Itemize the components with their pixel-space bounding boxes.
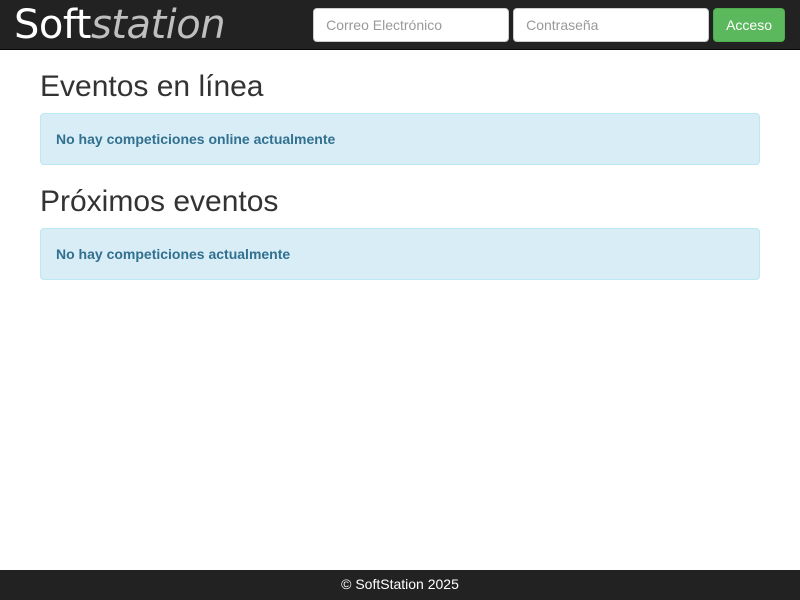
- login-button[interactable]: Acceso: [713, 8, 785, 42]
- upcoming-events-title: Próximos eventos: [40, 185, 279, 218]
- top-navbar: Softstation Acceso: [0, 0, 800, 50]
- brand-logo-part-soft: Soft: [14, 2, 91, 48]
- online-events-message: No hay competiciones online actualmente: [56, 131, 336, 147]
- brand-logo[interactable]: Soft station: [14, 2, 226, 48]
- online-events-title: Eventos en línea: [40, 70, 264, 103]
- footer: © SoftStation 2025: [0, 570, 800, 600]
- brand-logo-part-station: station: [90, 2, 226, 48]
- password-field[interactable]: [513, 8, 710, 42]
- main-content: Eventos en línea No hay competiciones on…: [40, 50, 760, 300]
- upcoming-events-alert: No hay competiciones actualmente: [40, 228, 760, 280]
- login-form: Acceso: [313, 8, 785, 42]
- footer-copyright: © SoftStation 2025: [341, 576, 459, 592]
- email-field[interactable]: [313, 8, 510, 42]
- online-events-alert: No hay competiciones online actualmente: [40, 113, 760, 165]
- upcoming-events-message: No hay competiciones actualmente: [56, 246, 291, 262]
